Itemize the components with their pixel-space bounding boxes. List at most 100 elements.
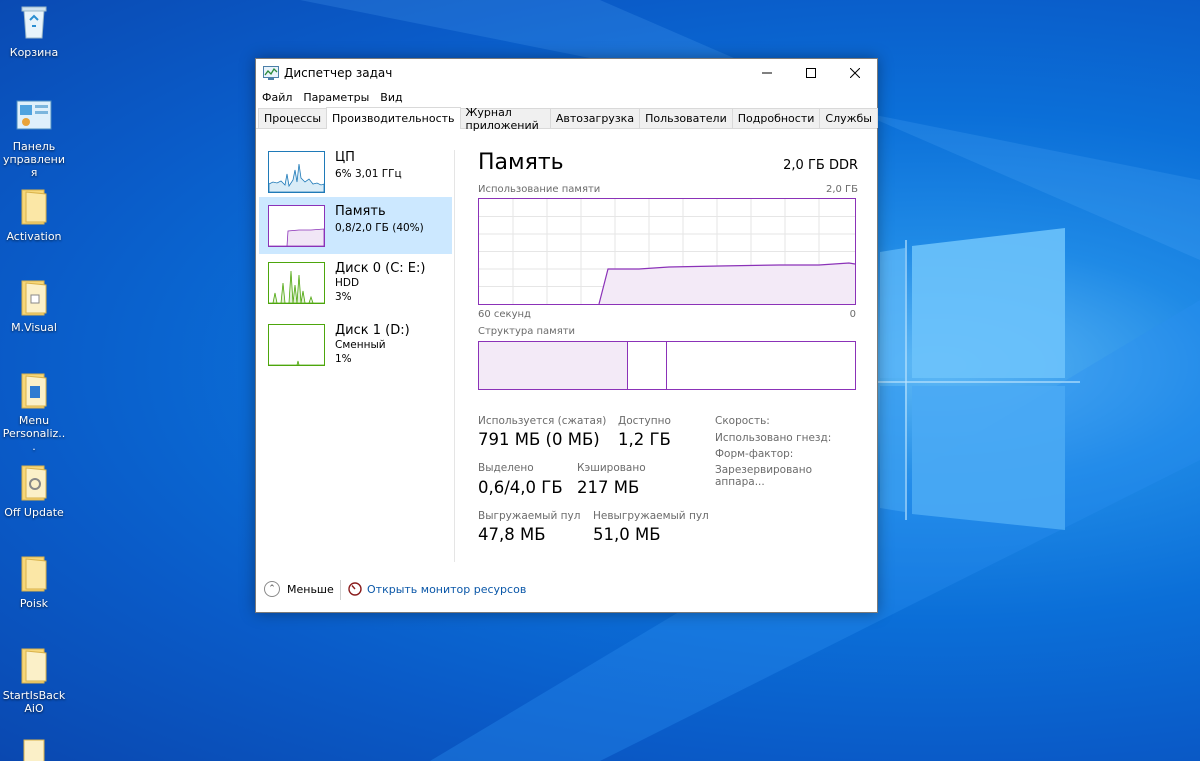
- desktop-icon-label: M.Visual: [11, 321, 57, 334]
- memory-details: Память 2,0 ГБ DDR Использование памяти 2…: [478, 130, 858, 568]
- task-manager-window: Диспетчер задач Файл Параметры Вид Проце…: [255, 58, 878, 613]
- speed-label: Скорость:: [715, 415, 770, 427]
- sidebar-item-usage: 3%: [335, 291, 352, 303]
- paged-pool-label: Выгружаемый пул: [478, 510, 581, 522]
- title-bar[interactable]: Диспетчер задач: [256, 59, 877, 87]
- nonpaged-pool-label: Невыгружаемый пул: [593, 510, 709, 522]
- graph-time-left: 60 секунд: [478, 309, 531, 320]
- desktop-icon-off-update[interactable]: Off Update: [2, 462, 66, 519]
- footer-divider: [340, 580, 341, 600]
- memory-usage-graph: [478, 198, 856, 305]
- desktop-icon-activation[interactable]: Activation: [2, 186, 66, 243]
- minimize-icon: [762, 72, 772, 74]
- committed-value: 0,6/4,0 ГБ: [478, 478, 563, 497]
- tab-startup[interactable]: Автозагрузка: [549, 108, 641, 128]
- paged-pool-value: 47,8 МБ: [478, 525, 546, 544]
- structure-modified-segment: [628, 342, 667, 389]
- in-use-label: Используется (сжатая): [478, 415, 607, 427]
- fewer-details-button[interactable]: Меньше: [287, 583, 334, 596]
- disk0-thumbnail-graph: [268, 262, 325, 304]
- desktop-icon-label: Activation: [6, 230, 62, 243]
- desktop-icon-recycle-bin[interactable]: Корзина: [2, 2, 66, 59]
- usage-graph-label: Использование памяти: [478, 184, 601, 195]
- desktop-icon-label: Корзина: [9, 46, 59, 59]
- desktop-icon-startisback[interactable]: StartIsBack AiO: [2, 645, 66, 715]
- desktop-icon-label: Off Update: [4, 506, 64, 519]
- cached-label: Кэшировано: [577, 462, 646, 474]
- close-button[interactable]: [833, 59, 877, 87]
- desktop-icon-label: Poisk: [19, 597, 49, 610]
- desktop-icon-label: Панель управления: [2, 140, 66, 179]
- structure-label: Структура памяти: [478, 326, 576, 337]
- sidebar-item-name: ЦП: [335, 150, 355, 165]
- graph-time-right: 0: [849, 309, 856, 320]
- memory-type: 2,0 ГБ DDR: [783, 158, 858, 173]
- folder-icon: [21, 189, 47, 225]
- task-manager-icon: [263, 66, 279, 80]
- slots-used-label: Использовано гнезд:: [715, 432, 832, 444]
- sidebar-item-detail: Сменный: [335, 339, 386, 351]
- panel-divider: [454, 150, 455, 562]
- folder-icon: [21, 465, 47, 501]
- folder-icon: [21, 648, 47, 684]
- window-footer: ⌃ Меньше Открыть монитор ресурсов: [256, 568, 877, 613]
- available-value: 1,2 ГБ: [618, 430, 671, 449]
- control-panel-icon: [16, 100, 52, 130]
- usage-graph-max: 2,0 ГБ: [825, 184, 858, 195]
- disk1-thumbnail-graph: [268, 324, 325, 366]
- tab-users[interactable]: Пользователи: [639, 108, 733, 128]
- chevron-up-icon[interactable]: ⌃: [264, 581, 280, 597]
- sidebar-item-usage: 1%: [335, 353, 352, 365]
- tab-details[interactable]: Подробности: [731, 108, 821, 128]
- open-resource-monitor-link[interactable]: Открыть монитор ресурсов: [367, 583, 526, 596]
- menu-view[interactable]: Вид: [380, 91, 402, 104]
- sidebar-item-name: Память: [335, 204, 386, 219]
- tab-services[interactable]: Службы: [819, 108, 878, 128]
- window-title: Диспетчер задач: [284, 66, 393, 80]
- cached-value: 217 МБ: [577, 478, 640, 497]
- memory-structure-bar: [478, 341, 856, 390]
- folder-icon: [21, 556, 47, 592]
- resource-sidebar: ЦП 6% 3,01 ГГц Память 0,8/2,0 ГБ (40%) Д…: [259, 130, 452, 568]
- sidebar-item-detail: 0,8/2,0 ГБ (40%): [335, 222, 424, 234]
- hardware-reserved-label: Зарезервировано аппара...: [715, 464, 813, 488]
- desktop-icon-label: StartIsBack AiO: [2, 689, 66, 715]
- desktop-icon-mvisual[interactable]: M.Visual: [2, 277, 66, 334]
- available-label: Доступно: [618, 415, 671, 427]
- desktop-icon-partial[interactable]: [2, 738, 66, 761]
- tab-app-history[interactable]: Журнал приложений: [459, 106, 551, 132]
- form-factor-label: Форм-фактор:: [715, 448, 794, 460]
- minimize-button[interactable]: [745, 59, 789, 87]
- performance-panel: ЦП 6% 3,01 ГГц Память 0,8/2,0 ГБ (40%) Д…: [256, 130, 877, 568]
- structure-in-use-segment: [479, 342, 628, 389]
- tab-processes[interactable]: Процессы: [258, 108, 328, 128]
- tab-bar: Процессы Производительность Журнал прило…: [256, 106, 878, 132]
- desktop-icon-menu-personalizer[interactable]: Menu Personaliz...: [2, 370, 66, 453]
- sidebar-item-detail: HDD: [335, 277, 360, 289]
- file-icon: [23, 739, 45, 761]
- sidebar-item-cpu[interactable]: ЦП 6% 3,01 ГГц: [259, 143, 452, 200]
- sidebar-item-memory[interactable]: Память 0,8/2,0 ГБ (40%): [259, 197, 452, 254]
- committed-label: Выделено: [478, 462, 534, 474]
- menu-options[interactable]: Параметры: [303, 91, 369, 104]
- cpu-thumbnail-graph: [268, 151, 325, 193]
- sidebar-item-detail: 6% 3,01 ГГц: [335, 168, 402, 180]
- close-icon: [850, 68, 860, 78]
- nonpaged-pool-value: 51,0 МБ: [593, 525, 661, 544]
- folder-icon: [21, 280, 47, 316]
- desktop-icon-control-panel[interactable]: Панель управления: [2, 96, 66, 179]
- sidebar-item-disk1[interactable]: Диск 1 (D:) Сменный 1%: [259, 316, 452, 373]
- tab-performance[interactable]: Производительность: [326, 107, 461, 129]
- desktop-icon-label: Menu Personaliz...: [2, 414, 66, 453]
- maximize-button[interactable]: [789, 59, 833, 87]
- desktop-icon-poisk[interactable]: Poisk: [2, 553, 66, 610]
- recycle-bin-icon: [21, 6, 47, 39]
- menu-file[interactable]: Файл: [262, 91, 292, 104]
- maximize-icon: [806, 68, 816, 78]
- menu-bar: Файл Параметры Вид: [256, 87, 877, 107]
- sidebar-item-name: Диск 1 (D:): [335, 323, 410, 338]
- sidebar-item-disk0[interactable]: Диск 0 (C: E:) HDD 3%: [259, 254, 452, 311]
- folder-icon: [21, 373, 47, 409]
- resource-monitor-icon: [348, 582, 362, 596]
- sidebar-item-name: Диск 0 (C: E:): [335, 261, 426, 276]
